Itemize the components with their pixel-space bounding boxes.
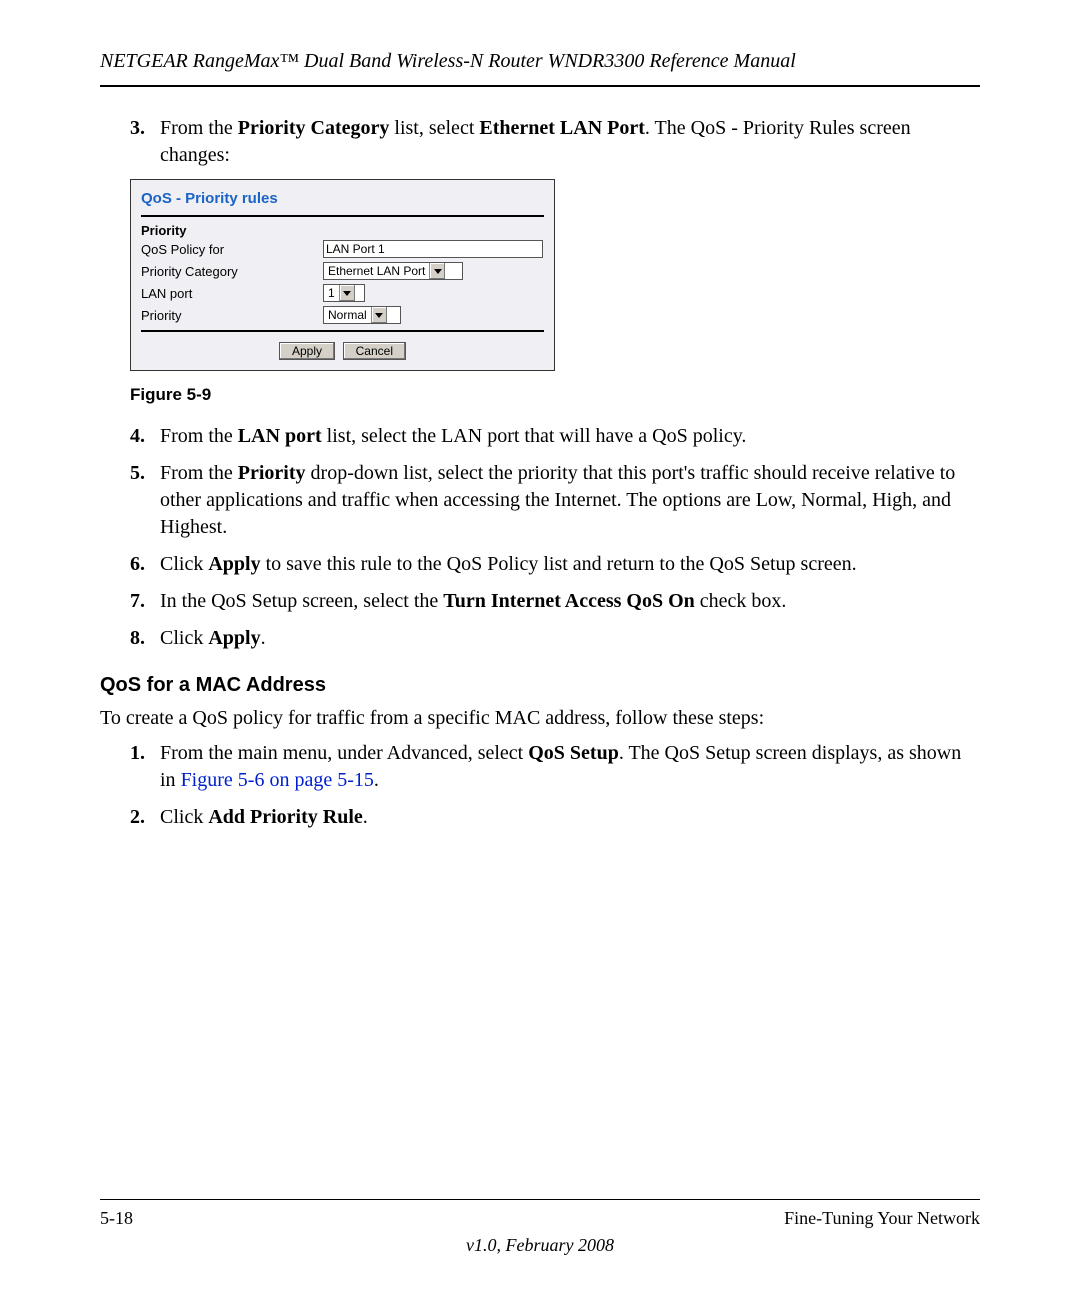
step-7: 7. In the QoS Setup screen, select the T… [130, 588, 980, 615]
footer-section-name: Fine-Tuning Your Network [784, 1208, 980, 1229]
subhead-intro-text: To create a QoS policy for traffic from … [100, 705, 980, 732]
ordered-steps-lower: 1. From the main menu, under Advanced, s… [130, 740, 980, 831]
step-text: In the QoS Setup screen, select the Turn… [160, 590, 786, 612]
step-num: 5. [130, 460, 145, 487]
step-num: 1. [130, 740, 145, 767]
subheading-qos-mac: QoS for a MAC Address [100, 674, 980, 697]
step-6: 6. Click Apply to save this rule to the … [130, 551, 980, 578]
qos-category-label: Priority Category [141, 264, 323, 279]
step-8: 8. Click Apply. [130, 625, 980, 652]
step-num: 2. [130, 804, 145, 831]
divider [141, 215, 544, 217]
qos-row-category: Priority Category Ethernet LAN Port [141, 262, 544, 280]
qos-priority-label: Priority [141, 308, 323, 323]
step-text: Click Apply. [160, 627, 266, 649]
ordered-steps-mid: 4. From the LAN port list, select the LA… [130, 423, 980, 652]
step-num: 8. [130, 625, 145, 652]
qos-lanport-select[interactable]: 1 [323, 284, 365, 302]
qos-policy-input[interactable] [323, 240, 543, 258]
footer-page-number: 5-18 [100, 1208, 133, 1229]
qos-section-label: Priority [141, 223, 544, 238]
qos-priority-select[interactable]: Normal [323, 306, 401, 324]
qos-row-lanport: LAN port 1 [141, 284, 544, 302]
ordered-steps-upper: 3. From the Priority Category list, sele… [130, 115, 980, 169]
cancel-button[interactable]: Cancel [343, 342, 406, 360]
figure-caption: Figure 5-9 [130, 385, 980, 405]
step-4: 4. From the LAN port list, select the LA… [130, 423, 980, 450]
qos-lanport-label: LAN port [141, 286, 323, 301]
qos-button-row: Apply Cancel [141, 342, 544, 360]
page-footer: 5-18 Fine-Tuning Your Network v1.0, Febr… [100, 1199, 980, 1256]
qos-policy-label: QoS Policy for [141, 242, 323, 257]
page-header-title: NETGEAR RangeMax™ Dual Band Wireless-N R… [100, 50, 980, 87]
footer-rule [100, 1199, 980, 1200]
chevron-down-icon [371, 307, 387, 323]
chevron-down-icon [429, 263, 445, 279]
qos-row-policy: QoS Policy for [141, 240, 544, 258]
qos-priority-value: Normal [328, 308, 367, 322]
step-text: Click Apply to save this rule to the QoS… [160, 553, 857, 575]
step-num: 3. [130, 115, 145, 142]
step-text: Click Add Priority Rule. [160, 806, 368, 828]
step-text: From the LAN port list, select the LAN p… [160, 425, 746, 447]
step-num: 7. [130, 588, 145, 615]
step-text: From the Priority Category list, select … [160, 117, 911, 166]
footer-version: v1.0, February 2008 [100, 1235, 980, 1256]
qos-category-select[interactable]: Ethernet LAN Port [323, 262, 463, 280]
step-text: From the main menu, under Advanced, sele… [160, 742, 961, 791]
qos-panel-title: QoS - Priority rules [141, 186, 544, 215]
step-lower-2: 2. Click Add Priority Rule. [130, 804, 980, 831]
step-text: From the Priority drop-down list, select… [160, 462, 955, 538]
qos-priority-rules-panel: QoS - Priority rules Priority QoS Policy… [130, 179, 555, 371]
step-num: 4. [130, 423, 145, 450]
step-lower-1: 1. From the main menu, under Advanced, s… [130, 740, 980, 794]
qos-row-priority: Priority Normal [141, 306, 544, 324]
chevron-down-icon [339, 285, 355, 301]
step-5: 5. From the Priority drop-down list, sel… [130, 460, 980, 541]
divider [141, 330, 544, 332]
step-num: 6. [130, 551, 145, 578]
step-3: 3. From the Priority Category list, sele… [130, 115, 980, 169]
qos-category-value: Ethernet LAN Port [328, 264, 425, 278]
qos-lanport-value: 1 [328, 286, 335, 300]
apply-button[interactable]: Apply [279, 342, 335, 360]
